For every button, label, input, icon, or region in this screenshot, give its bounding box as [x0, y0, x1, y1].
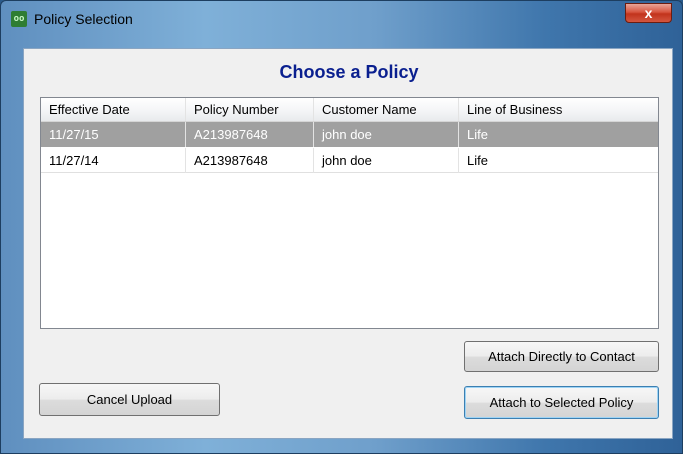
column-header-customer-name[interactable]: Customer Name [314, 98, 459, 121]
title-bar[interactable]: oo Policy Selection x [1, 1, 682, 41]
close-button[interactable]: x [625, 3, 672, 23]
cell-customer-name: john doe [314, 122, 459, 147]
cancel-upload-button[interactable]: Cancel Upload [39, 383, 220, 416]
cell-line-of-business: Life [467, 127, 488, 142]
attach-to-contact-button[interactable]: Attach Directly to Contact [464, 341, 659, 372]
close-icon: x [644, 5, 653, 21]
cell-customer-name: john doe [314, 148, 459, 173]
column-header-line-of-business[interactable]: Line of Business [459, 98, 658, 121]
cell-policy-number: A213987648 [186, 122, 314, 147]
window-title: Policy Selection [34, 11, 133, 27]
cell-policy-number: A213987648 [186, 148, 314, 173]
dialog-heading: Choose a Policy [279, 62, 419, 82]
app-logo-icon: oo [11, 11, 27, 27]
cell-line-of-business: Life [467, 153, 488, 168]
policy-selection-window: oo Policy Selection x Choose a Policy Ef… [0, 0, 683, 454]
dialog-body: Choose a Policy Effective Date Policy Nu… [23, 48, 673, 439]
column-header-effective-date[interactable]: Effective Date [41, 98, 186, 121]
cell-effective-date: 11/27/14 [41, 148, 186, 173]
table-row[interactable]: 11/27/15 A213987648 john doe Life [41, 122, 658, 147]
attach-to-policy-button[interactable]: Attach to Selected Policy [464, 386, 659, 419]
cell-effective-date: 11/27/15 [41, 122, 186, 147]
table-row[interactable]: 11/27/14 A213987648 john doe Life [41, 148, 658, 173]
list-header: Effective Date Policy Number Customer Na… [41, 98, 658, 122]
column-header-policy-number[interactable]: Policy Number [186, 98, 314, 121]
policy-list[interactable]: Effective Date Policy Number Customer Na… [40, 97, 659, 329]
